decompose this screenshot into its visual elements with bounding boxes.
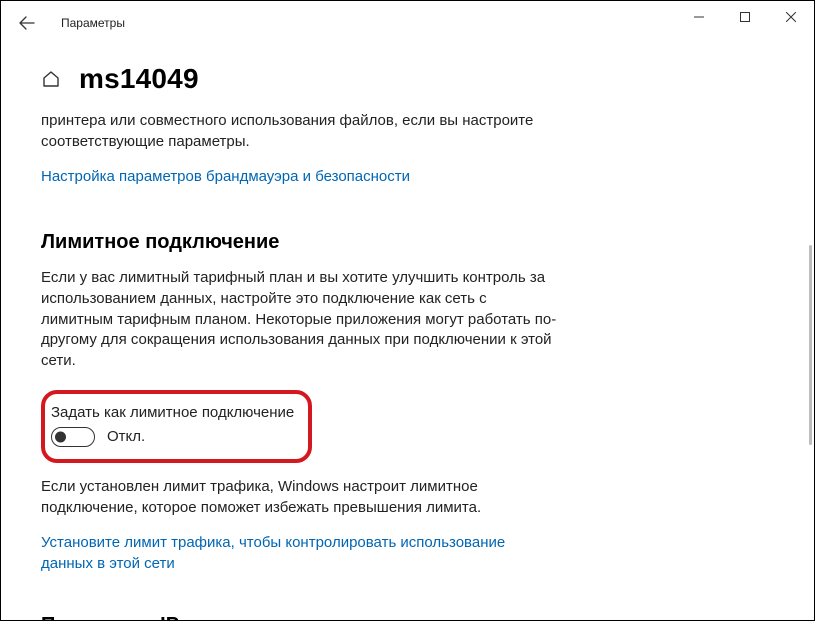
- page-header: ms14049: [41, 63, 774, 95]
- close-icon: [786, 12, 796, 22]
- maximize-button[interactable]: [722, 1, 768, 33]
- metered-after-note: Если установлен лимит трафика, Windows н…: [41, 477, 561, 518]
- title-bar: Параметры: [1, 1, 814, 45]
- back-arrow-icon: [19, 15, 35, 31]
- metered-heading: Лимитное подключение: [41, 231, 774, 254]
- minimize-icon: [694, 12, 704, 22]
- metered-toggle-label: Задать как лимитное подключение: [51, 404, 294, 421]
- metered-toggle-state: Откл.: [107, 428, 145, 445]
- ip-heading: Параметры IP: [41, 614, 774, 620]
- home-icon[interactable]: [41, 69, 61, 89]
- maximize-icon: [740, 12, 750, 22]
- metered-toggle[interactable]: [51, 427, 95, 447]
- metered-toggle-highlight: Задать как лимитное подключение Откл.: [41, 390, 312, 463]
- metered-description: Если у вас лимитный тарифный план и вы х…: [41, 268, 561, 371]
- back-button[interactable]: [13, 9, 41, 37]
- firewall-settings-link[interactable]: Настройка параметров брандмауэра и безоп…: [41, 166, 561, 187]
- scrollbar-thumb[interactable]: [809, 245, 812, 445]
- window-title: Параметры: [61, 16, 125, 30]
- close-button[interactable]: [768, 1, 814, 33]
- page-title: ms14049: [79, 63, 199, 95]
- minimize-button[interactable]: [676, 1, 722, 33]
- metered-toggle-row: Откл.: [51, 427, 294, 447]
- window-controls: [676, 1, 814, 33]
- data-limit-link[interactable]: Установите лимит трафика, чтобы контроли…: [41, 532, 561, 574]
- intro-text: принтера или совместного использования ф…: [41, 111, 561, 152]
- toggle-knob: [55, 431, 66, 442]
- content-area: ms14049 принтера или совместного использ…: [1, 45, 814, 620]
